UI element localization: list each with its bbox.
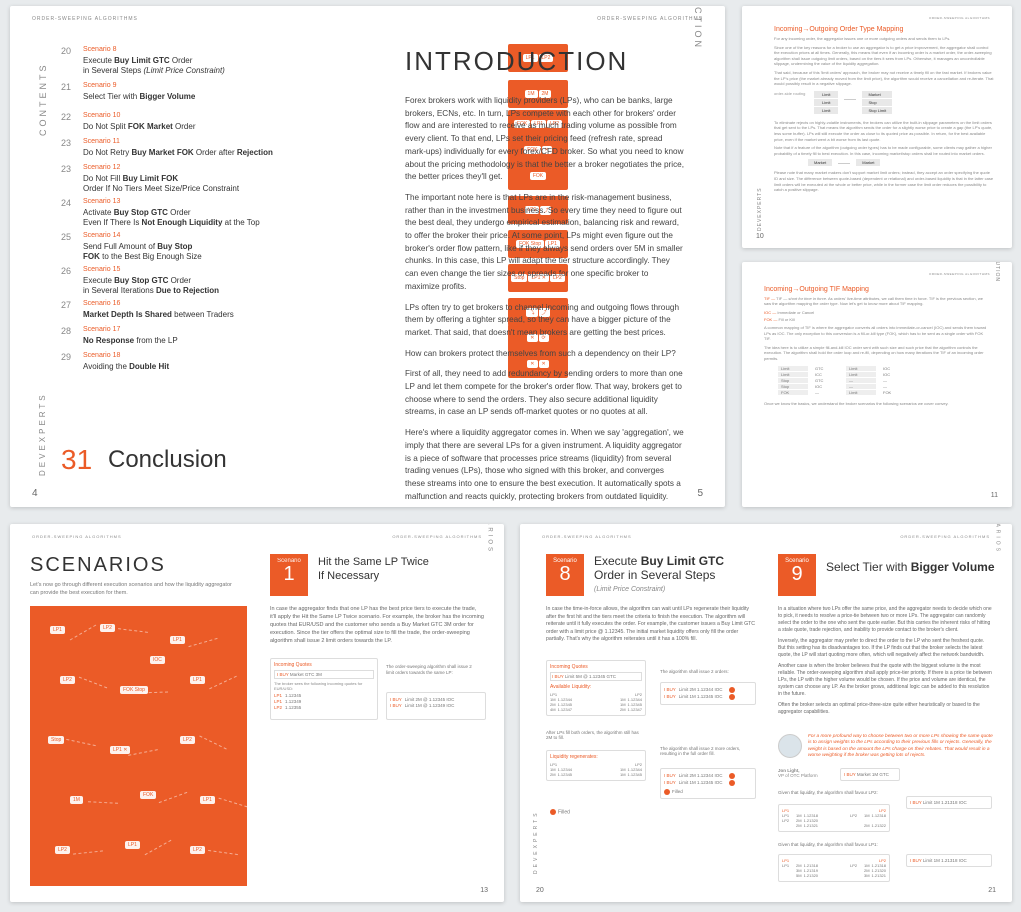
t11-title: Incoming→Outgoing TIF Mapping [764, 286, 990, 293]
running-head-left: ORDER-SWEEPING ALGORITHMS [32, 16, 138, 22]
t10-left-label: order-side routing [774, 91, 808, 96]
spread-scenarios: ORDER-SWEEPING ALGORITHMS ORDER-SWEEPING… [10, 524, 504, 902]
t11-p2: The idea here is to utilize a simple fil… [764, 345, 990, 362]
t10-p1: For any incoming order, the aggregator i… [774, 36, 994, 42]
sc8-note1: The algorithm shall issue 2 orders: [660, 669, 755, 674]
intro-p5: First of all, they need to add redundanc… [405, 368, 685, 419]
filled-legend: Filled [558, 809, 570, 815]
sc9-tblA: LP1LP2 LP11M1.12318LP21M1.12318LP22M1.21… [778, 804, 890, 832]
publisher-side: DEVEXPERTS [533, 810, 539, 874]
running-head: ORDER-SWEEPING ALGORITHMS [929, 272, 990, 276]
pgnum-11: 11 [991, 492, 998, 499]
t10-p2: Since one of the key reasons for a broke… [774, 45, 994, 67]
pgnum-21: 21 [988, 887, 996, 894]
sc9-p4: Often the broker selects an optimal pric… [778, 702, 993, 716]
running-head: ORDER-SWEEPING ALGORITHMS [929, 16, 990, 20]
sc9-glnote2: Given that liquidity, the algorithm shal… [778, 842, 878, 847]
intro-p4: How can brokers protect themselves from … [405, 348, 685, 361]
sc9-quote: For a more profound way to choose betwee… [808, 734, 993, 760]
scenarios-hero: LP1LP2LP1LP2FOK StopLP1StopLP1 ✕LP21MFOK… [30, 606, 247, 886]
scenarios-title: SCENARIOS [30, 554, 166, 577]
contents-label: CONTENTS [38, 63, 48, 137]
thumb-page-11: ORDER-SWEEPING ALGORITHMS EXECUTION Inco… [742, 262, 1012, 507]
t10-p5: Note that if a feature of the algorithm … [774, 145, 994, 156]
page-number-4: 4 [32, 488, 38, 499]
running-head: ORDER-SWEEPING ALGORITHMS [392, 534, 482, 539]
sc9-title: Select Tier with Bigger Volume [826, 560, 995, 574]
intro-p2: The important note here is that LPs are … [405, 192, 685, 294]
t10-p4: To eliminate rejects on highly-volatile … [774, 120, 994, 142]
fok-label: FOK — [764, 317, 777, 322]
conclusion-title: Conclusion [108, 446, 227, 474]
intro-p1: Forex brokers work with liquidity provid… [405, 95, 685, 184]
scenarios-side: SCENARIOS [486, 524, 492, 554]
sc1-box2: I BUYLimit 2M @ 1.12345 IOCI BUYLimit 1M… [386, 692, 486, 720]
running-head: ORDER-SWEEPING ALGORITHMS [542, 534, 632, 539]
spread-contents-intro: ORDER-SWEEPING ALGORITHMS ORDER-SWEEPING… [10, 6, 725, 507]
pgnum-20: 20 [536, 887, 544, 894]
conclusion-number: 31 [61, 444, 92, 476]
sc9-order: I BUY Market 1M GTC [840, 768, 900, 781]
intro-p6: Here's where a liquidity aggregator come… [405, 427, 685, 503]
sc9-out1: I BUY Limit 1M 1.21318 IOC [906, 796, 992, 809]
scenario-1-badge: Scenario 1 [270, 554, 308, 596]
pgnum-10: 10 [756, 233, 764, 240]
page-number-5: 5 [697, 488, 703, 499]
running-head: ORDER-SWEEPING ALGORITHMS [900, 534, 990, 539]
sc8-note2: The algorithm shall issue 2 more orders,… [660, 746, 755, 756]
sc8-fillnote: After LPs fill both orders, the algorith… [546, 730, 646, 740]
sc8-step2: I BUYLimit 2M 1.12344 IOCI BUYLimit 1M 1… [660, 768, 756, 799]
sc1-arrow-note: The order-sweeping algorithm shall issue… [386, 664, 481, 676]
t11-p1: A common mapping of TIF is where the agg… [764, 325, 990, 342]
pgnum-13: 13 [480, 887, 488, 894]
sc8-p1: In case the time-in-force allows, the al… [546, 606, 756, 644]
sc8-badge: Scenario8 [546, 554, 584, 596]
running-head-right: ORDER-SWEEPING ALGORITHMS [597, 16, 703, 22]
sc9-glnote: Given that liquidity, the algorithm shal… [778, 790, 878, 795]
ioc-label: IOC — [764, 310, 776, 315]
sc9-p3: Another case is when the broker believes… [778, 663, 993, 698]
t11-foot: Once we know the basics, we understand t… [764, 401, 990, 407]
execution-side: EXECUTION [994, 262, 1000, 282]
t10-p3: That said, because of this 'limit orders… [774, 70, 994, 87]
t10-title: Incoming→Outgoing Order Type Mapping [774, 26, 994, 33]
sc8-step1: I BUYLimit 2M 1.12344 IOCI BUYLimit 1M 1… [660, 682, 756, 705]
sc1-title: Hit the Same LP TwiceIf Necessary [318, 556, 429, 584]
t10-p6: Please note that many market makers don'… [774, 170, 994, 192]
thumb-page-10: ORDER-SWEEPING ALGORITHMS DEVEXPERTS Inc… [742, 6, 1012, 248]
intro-title: INTRODUCTION [405, 46, 685, 77]
running-head: ORDER-SWEEPING ALGORITHMS [32, 534, 122, 539]
sc9-p1: In a situation where two LPs offer the s… [778, 606, 993, 634]
sc8-regen: Liquidity regenerates: LP1LP2 1M1.123441… [546, 750, 646, 781]
sc8-incoming: Incoming Quotes I BUY Limit 5M @ 1.12345… [546, 660, 646, 716]
t11-intro: TIF — short for time in force. As orders… [764, 296, 983, 306]
publisher-label-left: DEVEXPERTS [38, 392, 47, 476]
sc1-p1: In case the aggregator finds that one LP… [270, 606, 484, 646]
sc8-title: Execute Buy Limit GTCOrder in Several St… [594, 554, 724, 583]
intro-sidelabel: INTRODUCTION [693, 6, 703, 50]
spread-20-21: ORDER-SWEEPING ALGORITHMS ORDER-SWEEPING… [520, 524, 1012, 902]
person-role: VP of OTC Platform [778, 773, 818, 778]
sc9-p2: Inversely, the aggregator may prefer to … [778, 638, 993, 659]
intro-p3: LPs often try to get brokers to channel … [405, 302, 685, 340]
sc9-out2: I BUY Limit 1M 1.21318 IOC [906, 854, 992, 867]
scenarios-lead: Let's now go through different execution… [30, 582, 234, 597]
sc9-tblB: LP1LP2 LP12M1.21318LP21M1.213183M1.21319… [778, 854, 890, 882]
avatar [778, 734, 802, 758]
sc1-box1: Incoming Quotes I BUY Market GTC 3M The … [270, 658, 378, 720]
sc9-badge: Scenario9 [778, 554, 816, 596]
scenarios-side: SCENARIOS [994, 524, 1000, 554]
sc8-sub: (Limit Price Constraint) [594, 586, 665, 593]
publisher-side: DEVEXPERTS [757, 187, 763, 231]
